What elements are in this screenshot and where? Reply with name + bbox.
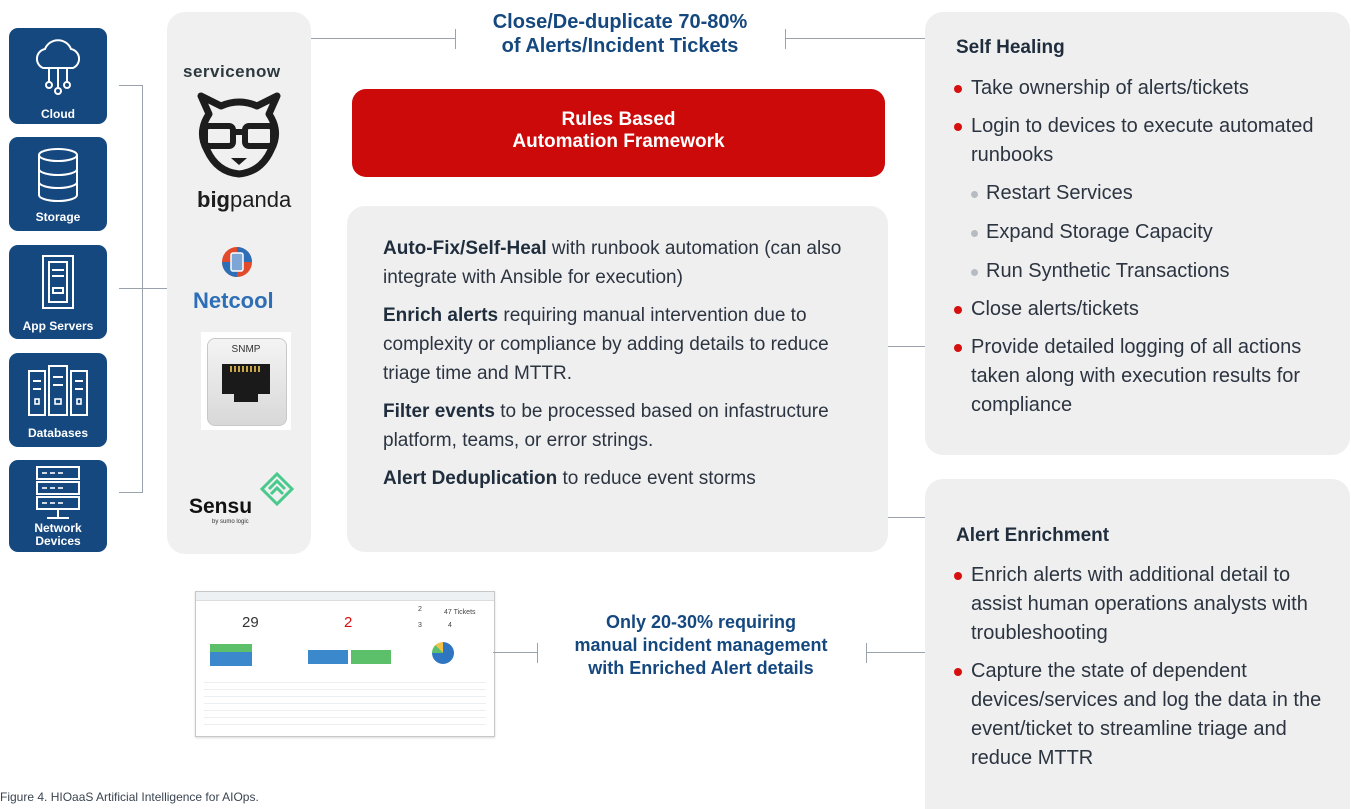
source-bracket-line <box>119 288 167 289</box>
dashboard-table <box>204 676 486 730</box>
alert-enrichment-item: Capture the state of dependent devices/s… <box>953 657 1338 773</box>
connector-line <box>888 346 925 347</box>
database-icon <box>28 365 88 416</box>
connector-line <box>888 517 925 518</box>
callout-line <box>311 38 455 39</box>
dashboard-small-value: 3 <box>418 622 422 629</box>
self-healing-item: Login to devices to execute automated ru… <box>953 112 1333 170</box>
figure-caption: Figure 4. HIOaaS Artificial Intelligence… <box>0 790 259 804</box>
dashboard-bar-blue <box>210 652 252 666</box>
sensu-logo-icon <box>260 472 294 506</box>
dashboard-small-value: 47 Tickets <box>444 609 476 616</box>
source-bracket-line <box>119 85 143 86</box>
snmp-logo: SNMP <box>201 332 291 430</box>
self-healing-subitem: Restart Services <box>953 179 1333 208</box>
network-device-icon <box>36 466 80 519</box>
source-app-servers: App Servers <box>9 245 107 339</box>
bigpanda-logo-text: bigpanda <box>197 187 292 212</box>
source-bracket-line <box>119 492 143 493</box>
callout-line <box>866 652 925 653</box>
self-healing-title: Self Healing <box>956 37 1065 58</box>
capability-item: Filter events to be processed based on i… <box>383 401 829 451</box>
bottom-callout: Only 20-30% requiring manual incident ma… <box>541 611 861 680</box>
alert-enrichment-list: Enrich alerts with additional detail to … <box>953 561 1338 773</box>
dashboard-count-red: 2 <box>344 614 353 631</box>
source-bracket-line <box>142 85 143 493</box>
self-healing-list: Take ownership of alerts/tickets Login t… <box>953 74 1333 420</box>
capability-item: Auto-Fix/Self-Heal with runbook automati… <box>383 238 842 288</box>
top-callout-line1: Close/De-duplicate 70-80% <box>492 11 748 33</box>
source-cloud: Cloud <box>9 28 107 124</box>
top-callout-line2: of Alerts/Incident Tickets <box>501 35 739 57</box>
self-healing-item: Provide detailed logging of all actions … <box>953 333 1333 420</box>
dashboard-small-value: 4 <box>448 622 452 629</box>
cloud-icon <box>35 39 81 95</box>
callout-line <box>493 652 537 653</box>
self-healing-item: Close alerts/tickets <box>953 295 1333 324</box>
self-healing-panel: Self Healing Take ownership of alerts/ti… <box>925 12 1350 455</box>
top-callout: Close/De-duplicate 70-80% of Alerts/Inci… <box>462 10 778 58</box>
alert-enrichment-title: Alert Enrichment <box>956 525 1110 546</box>
capabilities-box: Auto-Fix/Self-Heal with runbook automati… <box>347 206 888 552</box>
source-label: App Servers <box>22 319 94 333</box>
source-label: Cloud <box>41 107 75 121</box>
sensu-logo-text: Sensu <box>189 495 253 518</box>
callout-tick <box>785 29 786 49</box>
servicenow-logo: servicenow <box>183 62 281 81</box>
bottom-callout-line2: manual incident management <box>574 635 828 655</box>
self-healing-item: Take ownership of alerts/tickets <box>953 74 1333 103</box>
source-network-devices: Network Devices <box>9 460 107 552</box>
source-label: Databases <box>27 426 89 440</box>
rules-box-line1: Rules Based <box>561 109 676 130</box>
bigpanda-logo-icon <box>197 92 281 178</box>
callout-tick <box>866 643 867 663</box>
rules-automation-box: Rules Based Automation Framework <box>352 89 885 177</box>
storage-icon <box>38 148 78 202</box>
alert-enrichment-panel: Alert Enrichment Enrich alerts with addi… <box>925 479 1350 809</box>
dashboard-small-value: 2 <box>418 606 422 613</box>
callout-line <box>785 38 925 39</box>
bottom-callout-line3: with Enriched Alert details <box>588 658 814 678</box>
dashboard-count-total: 29 <box>242 614 259 631</box>
netcool-logo-icon <box>222 247 252 277</box>
ethernet-port-icon <box>222 364 270 402</box>
bottom-callout-line1: Only 20-30% requiring <box>605 612 797 632</box>
callout-tick <box>455 29 456 49</box>
netcool-logo-text: Netcool <box>193 288 274 313</box>
self-healing-subitem: Expand Storage Capacity <box>953 218 1333 247</box>
tools-panel: servicenow bigpanda Netcool SNMP Sensu b… <box>167 12 311 554</box>
dashboard-screenshot: 29 2 2 3 4 47 Tickets <box>195 591 495 737</box>
capabilities-list: Auto-Fix/Self-Heal with runbook automati… <box>383 234 863 502</box>
app-server-icon <box>42 255 74 309</box>
rules-box-line2: Automation Framework <box>512 131 725 152</box>
callout-tick <box>537 643 538 663</box>
dashboard-bar-blue <box>308 650 348 664</box>
source-databases: Databases <box>9 353 107 447</box>
capability-item: Enrich alerts requiring manual intervent… <box>383 305 829 384</box>
self-healing-subitem: Run Synthetic Transactions <box>953 257 1333 286</box>
source-label: Network Devices <box>34 521 82 548</box>
sensu-sub-text: by sumo logic <box>212 519 249 525</box>
dashboard-pie <box>432 642 454 664</box>
alert-enrichment-item: Enrich alerts with additional detail to … <box>953 561 1338 648</box>
dashboard-bar-green <box>351 650 391 664</box>
snmp-label: SNMP <box>231 344 261 355</box>
capability-item: Alert Deduplication to reduce event stor… <box>383 468 756 489</box>
source-label: Storage <box>35 210 81 224</box>
source-storage: Storage <box>9 137 107 231</box>
